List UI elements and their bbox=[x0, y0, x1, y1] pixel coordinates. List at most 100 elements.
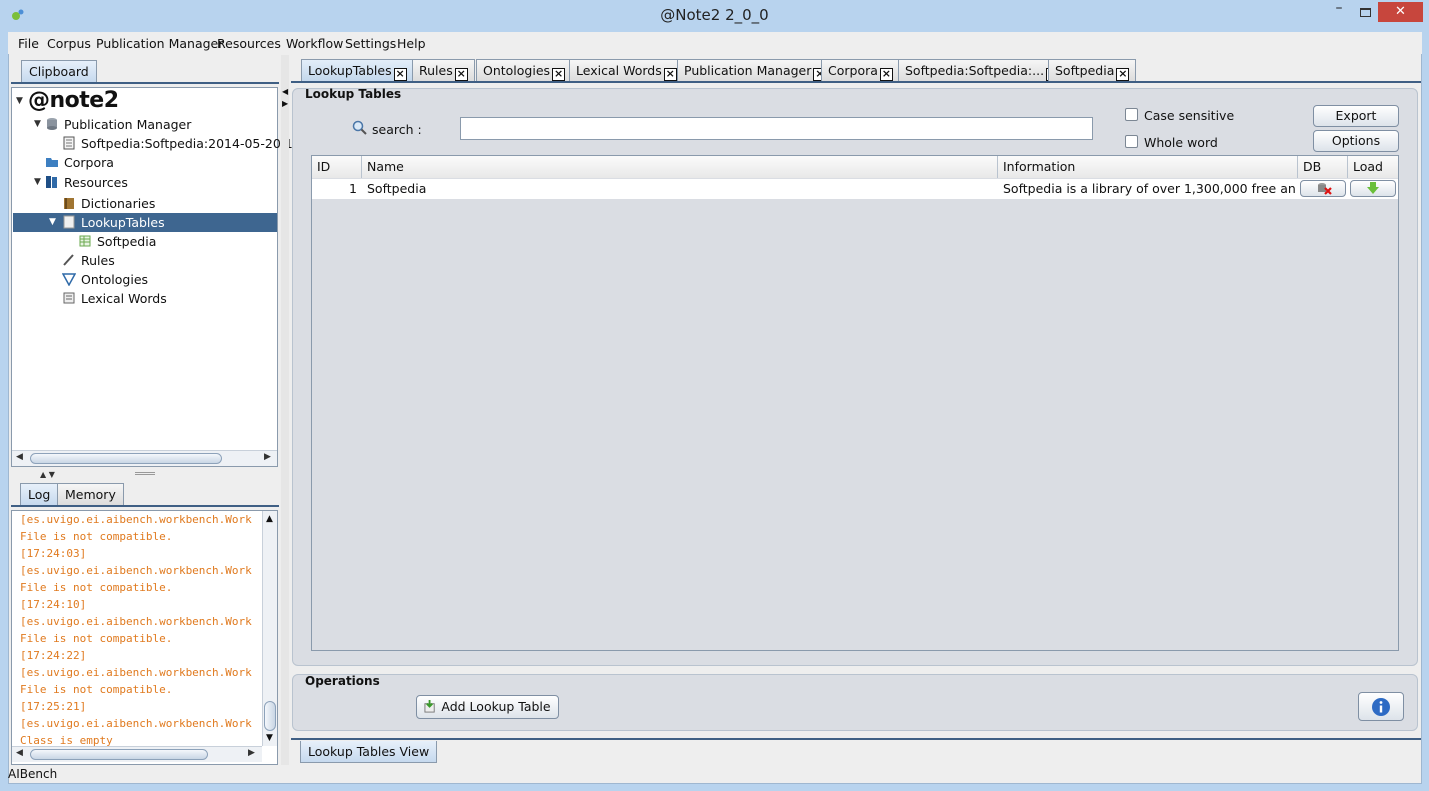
log-tab-line bbox=[11, 505, 279, 507]
menu-help[interactable]: Help bbox=[397, 36, 426, 51]
tab-lookuptables[interactable]: LookupTables × bbox=[301, 59, 414, 81]
minimize-button[interactable]: – bbox=[1326, 1, 1352, 22]
tree-label: Lexical Words bbox=[81, 291, 167, 306]
bottom-tab-line bbox=[291, 738, 1421, 740]
collapse-right-icon[interactable]: ▶ bbox=[282, 99, 288, 108]
tree-expand-lookuptables[interactable]: ▼ bbox=[49, 217, 56, 227]
menu-corpus[interactable]: Corpus bbox=[47, 36, 91, 51]
tree-item-publication-manager[interactable]: Publication Manager bbox=[45, 115, 191, 134]
search-input[interactable] bbox=[460, 117, 1093, 140]
load-button[interactable] bbox=[1350, 180, 1396, 197]
close-tab-icon[interactable]: × bbox=[1116, 68, 1130, 81]
tree-label: Softpedia:Softpedia:2014-05-20 17: bbox=[81, 136, 305, 151]
menu-file[interactable]: File bbox=[18, 36, 39, 51]
options-button[interactable]: Options bbox=[1313, 130, 1399, 152]
pen-icon bbox=[63, 254, 74, 266]
close-tab-icon[interactable]: × bbox=[879, 68, 893, 81]
menu-publication-manager[interactable]: Publication Manager bbox=[96, 36, 223, 51]
table-grid-icon bbox=[79, 235, 91, 247]
add-table-icon bbox=[424, 700, 436, 713]
tab-lexical-words[interactable]: Lexical Words × bbox=[569, 59, 684, 81]
column-db[interactable]: DB bbox=[1298, 156, 1348, 178]
tree-item-dictionaries[interactable]: Dictionaries bbox=[62, 194, 155, 213]
scroll-thumb[interactable] bbox=[30, 453, 222, 464]
log-vscroll[interactable]: ▲ ▼ bbox=[262, 511, 277, 746]
case-sensitive-checkbox[interactable] bbox=[1125, 108, 1138, 121]
log-line: File is not compatible. bbox=[20, 530, 173, 543]
menu-settings[interactable]: Settings bbox=[345, 36, 396, 51]
scroll-right-icon[interactable]: ▶ bbox=[264, 452, 271, 462]
lookup-tables-title: Lookup Tables bbox=[305, 87, 402, 101]
maximize-icon bbox=[1360, 8, 1371, 17]
log-line: [es.uvigo.ei.aibench.workbench.Work bbox=[20, 564, 252, 577]
tab-rules[interactable]: Rules × bbox=[412, 59, 475, 81]
tree-item-softpedia-publication[interactable]: Softpedia:Softpedia:2014-05-20 17: bbox=[62, 134, 305, 153]
tab-lookup-tables-view[interactable]: Lookup Tables View bbox=[300, 741, 438, 763]
tab-label: Lexical Words bbox=[576, 63, 662, 78]
tree-item-resources[interactable]: Resources bbox=[45, 173, 128, 192]
add-lookup-table-button[interactable]: Add Lookup Table bbox=[416, 695, 559, 719]
table-row[interactable]: 1 Softpedia Softpedia is a library of ov… bbox=[312, 179, 1398, 199]
dictionary-icon bbox=[64, 198, 74, 209]
scroll-up-icon[interactable]: ▲ bbox=[266, 514, 273, 524]
split-arrows-icon[interactable]: ▲ ▼ bbox=[40, 470, 55, 479]
tree-expand-publication-manager[interactable]: ▼ bbox=[34, 119, 41, 129]
load-arrow-icon bbox=[1367, 182, 1379, 194]
log-hscroll[interactable]: ◀ ▶ bbox=[12, 746, 262, 762]
log-line: [es.uvigo.ei.aibench.workbench.Work bbox=[20, 615, 252, 628]
clipboard-tree-panel: ▼ @note2 ▼ Publication Manager Softpedia… bbox=[11, 87, 305, 467]
column-load[interactable]: Load bbox=[1348, 156, 1398, 178]
close-tab-icon[interactable]: × bbox=[663, 68, 677, 81]
close-tab-icon[interactable]: × bbox=[393, 68, 407, 81]
column-name[interactable]: Name bbox=[362, 156, 998, 178]
tree-item-corpora[interactable]: Corpora bbox=[45, 153, 114, 172]
column-id[interactable]: ID bbox=[312, 156, 362, 178]
splitter-grip[interactable] bbox=[135, 472, 155, 475]
main-splitter[interactable]: ◀ ▶ bbox=[281, 55, 289, 765]
tab-clipboard[interactable]: Clipboard bbox=[21, 60, 97, 82]
column-information[interactable]: Information bbox=[998, 156, 1298, 178]
tree-item-lexical-words[interactable]: Lexical Words bbox=[62, 289, 167, 308]
whole-word-checkbox[interactable] bbox=[1125, 135, 1138, 148]
tab-memory[interactable]: Memory bbox=[57, 483, 124, 505]
scroll-thumb[interactable] bbox=[30, 749, 208, 760]
database-icon bbox=[47, 118, 57, 130]
tab-ontologies[interactable]: Ontologies × bbox=[476, 59, 573, 81]
scroll-down-icon[interactable]: ▼ bbox=[266, 733, 273, 743]
tree-label: Softpedia bbox=[97, 234, 157, 249]
table-icon bbox=[63, 215, 75, 229]
tree-expand-resources[interactable]: ▼ bbox=[34, 177, 41, 187]
maximize-button[interactable] bbox=[1352, 2, 1378, 22]
tree-item-rules[interactable]: Rules bbox=[62, 251, 115, 270]
export-button[interactable]: Export bbox=[1313, 105, 1399, 127]
tab-publication-manager[interactable]: Publication Manager × bbox=[677, 59, 834, 81]
document-icon bbox=[63, 136, 75, 150]
log-vscroll-thumb[interactable] bbox=[264, 701, 276, 731]
tree-label: LookupTables bbox=[81, 215, 165, 230]
close-button[interactable]: ✕ bbox=[1378, 2, 1423, 22]
main-tab-line bbox=[291, 81, 1421, 83]
scroll-right-icon[interactable]: ▶ bbox=[248, 748, 255, 758]
menu-resources[interactable]: Resources bbox=[217, 36, 281, 51]
tree-item-softpedia-lookup[interactable]: Softpedia bbox=[78, 232, 156, 251]
info-icon bbox=[1372, 698, 1390, 716]
info-button[interactable] bbox=[1358, 692, 1404, 721]
clipboard-hscroll[interactable]: ◀ ▶ bbox=[12, 450, 277, 466]
tree-expand-root[interactable]: ▼ bbox=[16, 96, 23, 106]
menu-workflow[interactable]: Workflow bbox=[286, 36, 343, 51]
tab-softpedia[interactable]: Softpedia × bbox=[1048, 59, 1137, 81]
tree-label: Rules bbox=[81, 253, 115, 268]
menu-bar: File Corpus Publication Manager Resource… bbox=[8, 32, 1422, 54]
tree-item-ontologies[interactable]: Ontologies bbox=[62, 270, 148, 289]
close-tab-icon[interactable]: × bbox=[552, 68, 566, 81]
collapse-left-icon[interactable]: ◀ bbox=[282, 87, 288, 96]
log-line: File is not compatible. bbox=[20, 581, 173, 594]
tab-log[interactable]: Log bbox=[20, 483, 59, 505]
tab-softpedia-publication[interactable]: Softpedia:Softpedia:...× bbox=[898, 59, 1067, 81]
tab-label: LookupTables bbox=[308, 63, 392, 78]
tab-corpora[interactable]: Corpora × bbox=[821, 59, 900, 81]
scroll-left-icon[interactable]: ◀ bbox=[16, 452, 23, 462]
scroll-left-icon[interactable]: ◀ bbox=[16, 748, 23, 758]
db-remove-button[interactable] bbox=[1300, 180, 1346, 197]
close-tab-icon[interactable]: × bbox=[454, 68, 468, 81]
